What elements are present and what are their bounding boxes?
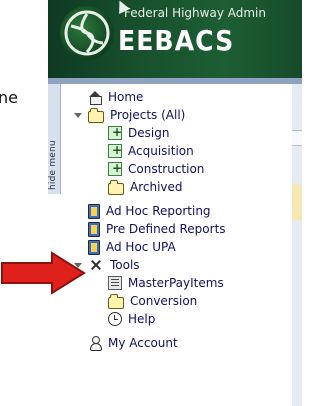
sidebar-item-masterpayitems[interactable]: MasterPayItems: [108, 274, 224, 292]
left-clipped-text-area: ne: [0, 0, 48, 406]
sidebar-item-label: Conversion: [130, 294, 198, 308]
sidebar-item-label: Ad Hoc UPA: [106, 240, 176, 254]
report-icon: [88, 239, 100, 255]
plus-box-icon: [108, 125, 122, 140]
sidebar-item-help[interactable]: Help: [108, 310, 155, 328]
content-edge: [292, 84, 302, 406]
help-icon: [108, 312, 122, 326]
sidebar-item-label: Ad Hoc Reporting: [106, 204, 211, 218]
tools-icon: [88, 257, 104, 273]
grid-icon: [108, 276, 122, 290]
sidebar-item-label: Acquisition: [128, 144, 194, 158]
plus-box-icon: [108, 161, 122, 176]
sidebar-item-label: Archived: [130, 180, 183, 194]
folder-icon: [88, 108, 104, 123]
logo-swirl-icon: [64, 10, 110, 56]
sidebar-item-label: Home: [108, 90, 144, 104]
sidebar-item-label: Construction: [128, 162, 205, 176]
sidebar-item-pre-defined-reports[interactable]: Pre Defined Reports: [88, 220, 226, 238]
plus-box-icon: [108, 143, 122, 158]
sidebar-item-construction[interactable]: Construction: [108, 160, 204, 178]
report-icon: [88, 203, 100, 219]
sidebar-item-label: Help: [128, 312, 156, 326]
account-icon: [88, 336, 102, 351]
folder-icon: [108, 180, 124, 195]
content-highlight: [292, 184, 302, 220]
sidebar: hide menu Home Projects (All) Design Acq…: [48, 84, 293, 406]
header-banner: Federal Highway Admin EEBACS: [48, 0, 302, 78]
report-icon: [88, 221, 100, 237]
sidebar-item-label: Pre Defined Reports: [106, 222, 226, 236]
sidebar-item-ad-hoc-reporting[interactable]: Ad Hoc Reporting: [88, 202, 211, 220]
folder-icon: [108, 294, 124, 309]
sidebar-item-design[interactable]: Design: [108, 124, 169, 142]
clipped-text: ne: [0, 88, 18, 107]
sidebar-item-acquisition[interactable]: Acquisition: [108, 142, 194, 160]
red-arrow-annotation-icon: [1, 251, 86, 295]
home-icon: [88, 90, 102, 105]
banner-title: Federal Highway Admin: [124, 6, 266, 20]
collapse-icon[interactable]: [72, 110, 82, 120]
sidebar-item-label: Design: [128, 126, 170, 140]
sidebar-item-archived[interactable]: Archived: [108, 178, 183, 196]
sidebar-item-label: Projects (All): [110, 108, 186, 122]
sidebar-item-ad-hoc-upa[interactable]: Ad Hoc UPA: [88, 238, 176, 256]
sidebar-item-home[interactable]: Home: [88, 88, 143, 106]
sidebar-item-label: My Account: [108, 336, 178, 350]
app-frame: Federal Highway Admin EEBACS hide menu H…: [48, 0, 302, 406]
sidebar-item-label: MasterPayItems: [128, 276, 224, 290]
hide-menu-tab[interactable]: hide menu: [48, 84, 61, 194]
sidebar-menu: Home Projects (All) Design Acquisition C…: [66, 88, 276, 400]
sidebar-item-conversion[interactable]: Conversion: [108, 292, 197, 310]
sidebar-item-my-account[interactable]: My Account: [88, 334, 178, 352]
sidebar-item-label: Tools: [110, 258, 140, 272]
hide-menu-label: hide menu: [48, 140, 58, 190]
sidebar-item-projects-all[interactable]: Projects (All): [72, 106, 185, 124]
content-notch: [292, 130, 302, 146]
app-name: EEBACS: [118, 24, 235, 57]
